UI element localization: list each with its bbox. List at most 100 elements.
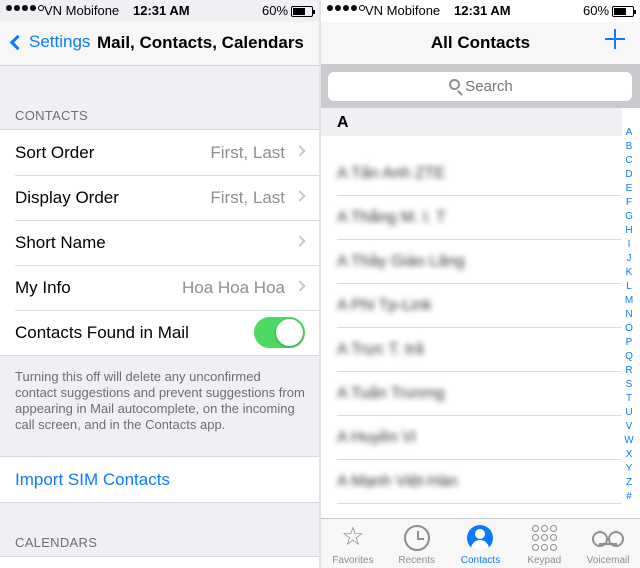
my-info-row[interactable]: My Info Hoa Hoa Hoa (0, 265, 319, 310)
carrier-name: VN Mobifone (44, 3, 120, 18)
index-letter[interactable]: D (622, 168, 636, 182)
import-sim-group: Import SIM Contacts (0, 456, 319, 503)
index-letter[interactable]: P (622, 336, 636, 350)
battery-percent: 60% (262, 3, 289, 18)
contact-name: A Tuấn Trương (337, 385, 445, 402)
row-value: First, Last (210, 187, 285, 207)
section-index[interactable]: A B C D E F G H I J K L M N O P Q R S T U V W X Y Z # (622, 126, 636, 504)
signal-strength-icon (327, 5, 365, 11)
tab-label: Favorites (332, 555, 374, 566)
tab-recents[interactable]: Recents (385, 519, 449, 568)
page-title: All Contacts (430, 33, 531, 52)
calendars-group (0, 556, 319, 568)
chevron-right-icon (294, 280, 306, 292)
contact-row[interactable]: A Mạnh Việt-Hàn (321, 460, 622, 504)
contact-name: A Huyền Vi (337, 429, 416, 446)
status-bar: VN Mobifone 12:31 AM 60% (0, 0, 319, 22)
index-letter[interactable]: S (622, 378, 636, 392)
index-letter[interactable]: # (622, 490, 636, 504)
contact-name: A Thầy Giáo Lăng (337, 253, 465, 270)
search-icon (449, 79, 460, 90)
index-letter[interactable]: K (622, 266, 636, 280)
import-sim-contacts-link[interactable]: Import SIM Contacts (15, 470, 170, 490)
index-letter[interactable]: O (622, 322, 636, 336)
index-letter[interactable]: R (622, 364, 636, 378)
index-letter[interactable]: A (622, 126, 636, 140)
index-letter[interactable]: I (622, 238, 636, 252)
contacts-panel: VN Mobifone 12:31 AM 60% All Contacts A … (321, 0, 640, 568)
row-label: Display Order (15, 187, 119, 207)
index-letter[interactable]: Q (622, 350, 636, 364)
index-letter[interactable]: T (622, 392, 636, 406)
navigation-bar: Settings Mail, Contacts, Calendars (0, 22, 319, 66)
contact-row[interactable]: A Thắng M. I. T (321, 196, 622, 240)
contacts-section-header: CONTACTS (15, 108, 88, 123)
tab-keypad[interactable]: Keypad (512, 519, 576, 568)
index-letter[interactable]: L (622, 280, 636, 294)
contacts-found-in-mail-row: Contacts Found in Mail (0, 310, 319, 355)
chevron-right-icon (294, 190, 306, 202)
tab-voicemail[interactable]: Voicemail (576, 519, 640, 568)
row-label: Sort Order (15, 142, 95, 162)
row-value: First, Last (210, 142, 285, 162)
tab-label: Keypad (527, 555, 562, 566)
section-letter: A (337, 114, 349, 131)
index-letter[interactable]: J (622, 252, 636, 266)
navigation-bar: All Contacts (321, 22, 640, 64)
toggle-knob (276, 319, 303, 346)
status-bar: VN Mobifone 12:31 AM 60% (321, 0, 640, 22)
contact-row[interactable]: A Huyền Vi (321, 416, 622, 460)
display-order-row[interactable]: Display Order First, Last (0, 175, 319, 220)
settings-panel: VN Mobifone 12:31 AM 60% Settings Mail, … (0, 0, 319, 568)
index-letter[interactable]: G (622, 210, 636, 224)
chevron-right-icon (294, 145, 306, 157)
status-time: 12:31 AM (133, 3, 190, 18)
tab-favorites[interactable]: ☆ Favorites (321, 519, 385, 568)
calendars-section-header: CALENDARS (15, 535, 98, 550)
contact-row[interactable]: A Thầy Giáo Lăng (321, 240, 622, 284)
contact-row[interactable]: A Tuấn Trương (321, 372, 622, 416)
carrier-name: VN Mobifone (365, 3, 441, 18)
contacts-footer-note: Turning this off will delete any unconfi… (15, 369, 305, 432)
index-letter[interactable]: B (622, 140, 636, 154)
index-letter[interactable]: N (622, 308, 636, 322)
contact-row[interactable]: A Tấn Anh ZTE (321, 152, 622, 196)
battery-icon (612, 6, 636, 17)
tab-label: Voicemail (586, 555, 630, 566)
tab-bar: ☆ Favorites Recents Contacts Keypad Voic… (321, 518, 640, 568)
chevron-right-icon (294, 235, 306, 247)
import-sim-contacts-row[interactable]: Import SIM Contacts (0, 457, 319, 502)
contacts-found-in-mail-toggle[interactable] (254, 317, 305, 348)
short-name-row[interactable]: Short Name (0, 220, 319, 265)
index-letter[interactable]: Z (622, 476, 636, 490)
index-letter[interactable]: H (622, 224, 636, 238)
index-letter[interactable]: C (622, 154, 636, 168)
index-letter[interactable]: F (622, 196, 636, 210)
contact-name: A Mạnh Việt-Hàn (337, 473, 458, 490)
index-letter[interactable]: Y (622, 462, 636, 476)
index-letter[interactable]: E (622, 182, 636, 196)
index-letter[interactable]: U (622, 406, 636, 420)
index-letter[interactable]: M (622, 294, 636, 308)
battery-percent: 60% (583, 3, 610, 18)
search-bar (321, 64, 640, 108)
clock-icon (403, 525, 430, 551)
back-button-label: Settings (29, 32, 91, 51)
index-letter[interactable]: X (622, 448, 636, 462)
add-contact-button[interactable] (604, 28, 626, 50)
search-input[interactable] (328, 72, 632, 101)
contact-name: A Thắng M. I. T (337, 209, 446, 226)
status-time: 12:31 AM (454, 3, 511, 18)
index-letter[interactable]: V (622, 420, 636, 434)
contacts-settings-group: Sort Order First, Last Display Order Fir… (0, 129, 319, 356)
index-letter[interactable]: W (622, 434, 636, 448)
row-label: My Info (15, 277, 71, 297)
tab-label: Contacts (460, 555, 501, 566)
back-button[interactable]: Settings (8, 32, 90, 52)
contact-row[interactable]: A Trực T. trả (321, 328, 622, 372)
section-header-a: A (321, 108, 622, 136)
tab-label: Recents (398, 555, 436, 566)
sort-order-row[interactable]: Sort Order First, Last (0, 130, 319, 175)
contact-row[interactable]: A Phi Tp-Link (321, 284, 622, 328)
tab-contacts[interactable]: Contacts (449, 519, 513, 568)
